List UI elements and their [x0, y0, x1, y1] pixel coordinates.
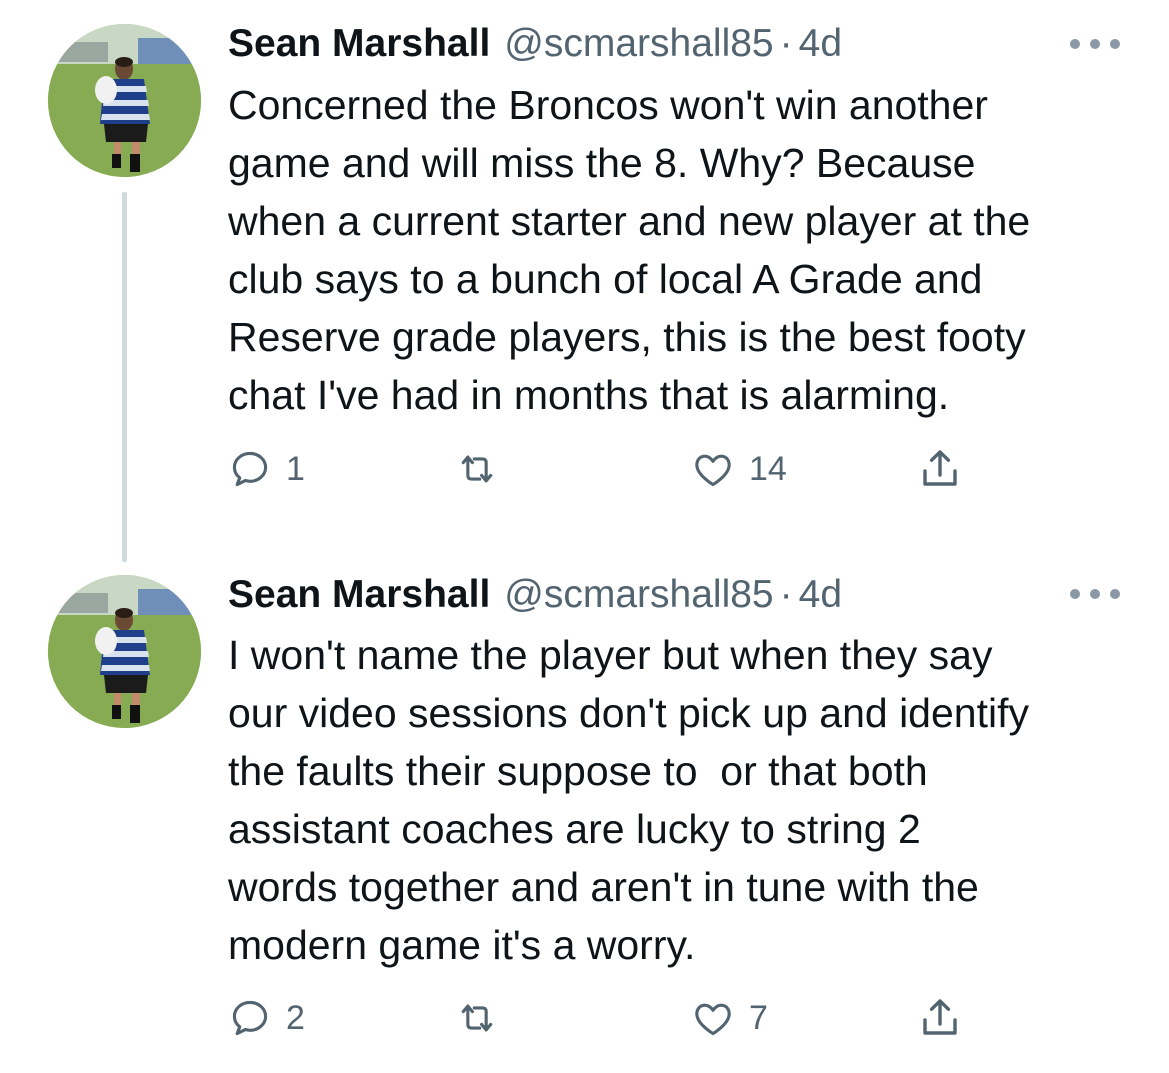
author-name[interactable]: Sean Marshall — [228, 573, 490, 617]
more-icon[interactable] — [1070, 34, 1120, 54]
tweet-actions: 1 14 — [228, 444, 988, 494]
retweet-button[interactable] — [454, 993, 514, 1043]
like-count: 7 — [749, 999, 768, 1037]
reply-icon — [232, 1000, 268, 1036]
reply-button[interactable]: 1 — [228, 444, 305, 494]
avatar[interactable] — [48, 24, 201, 177]
tweet[interactable]: Sean Marshall @scmarshall85 · 4d I won't… — [0, 560, 1169, 1073]
separator-dot: · — [779, 573, 793, 616]
heart-icon — [695, 1003, 731, 1036]
tweet-text: I won't name the player but when they sa… — [228, 632, 1029, 968]
share-button[interactable] — [916, 444, 964, 494]
thread-line — [122, 192, 127, 562]
tweet-header: Sean Marshall @scmarshall85 · 4d — [228, 22, 842, 66]
like-count: 14 — [749, 450, 787, 488]
author-name[interactable]: Sean Marshall — [228, 22, 490, 66]
avatar[interactable] — [48, 575, 201, 728]
reply-count: 2 — [286, 999, 305, 1037]
more-icon[interactable] — [1070, 584, 1120, 604]
retweet-button[interactable] — [454, 444, 514, 494]
tweet-actions: 2 7 — [228, 993, 988, 1043]
reply-button[interactable]: 2 — [228, 993, 305, 1043]
share-icon — [923, 999, 957, 1035]
retweet-icon — [461, 1004, 493, 1032]
tweet-text: Concerned the Broncos won't win another … — [228, 82, 1031, 418]
tweet-header: Sean Marshall @scmarshall85 · 4d — [228, 573, 842, 617]
timestamp[interactable]: 4d — [799, 22, 842, 66]
share-icon — [923, 450, 957, 486]
author-handle[interactable]: @scmarshall85 — [504, 22, 773, 66]
avatar-photo — [48, 575, 201, 728]
retweet-icon — [461, 455, 493, 483]
tweet[interactable]: Sean Marshall @scmarshall85 · 4d Concern… — [0, 0, 1169, 562]
reply-count: 1 — [286, 450, 305, 488]
like-button[interactable]: 14 — [691, 444, 787, 494]
share-button[interactable] — [916, 993, 964, 1043]
separator-dot: · — [779, 22, 793, 65]
reply-icon — [232, 451, 268, 487]
heart-icon — [695, 454, 731, 487]
like-button[interactable]: 7 — [691, 993, 768, 1043]
author-handle[interactable]: @scmarshall85 — [504, 573, 773, 617]
timestamp[interactable]: 4d — [799, 573, 842, 617]
avatar-photo — [48, 24, 201, 177]
